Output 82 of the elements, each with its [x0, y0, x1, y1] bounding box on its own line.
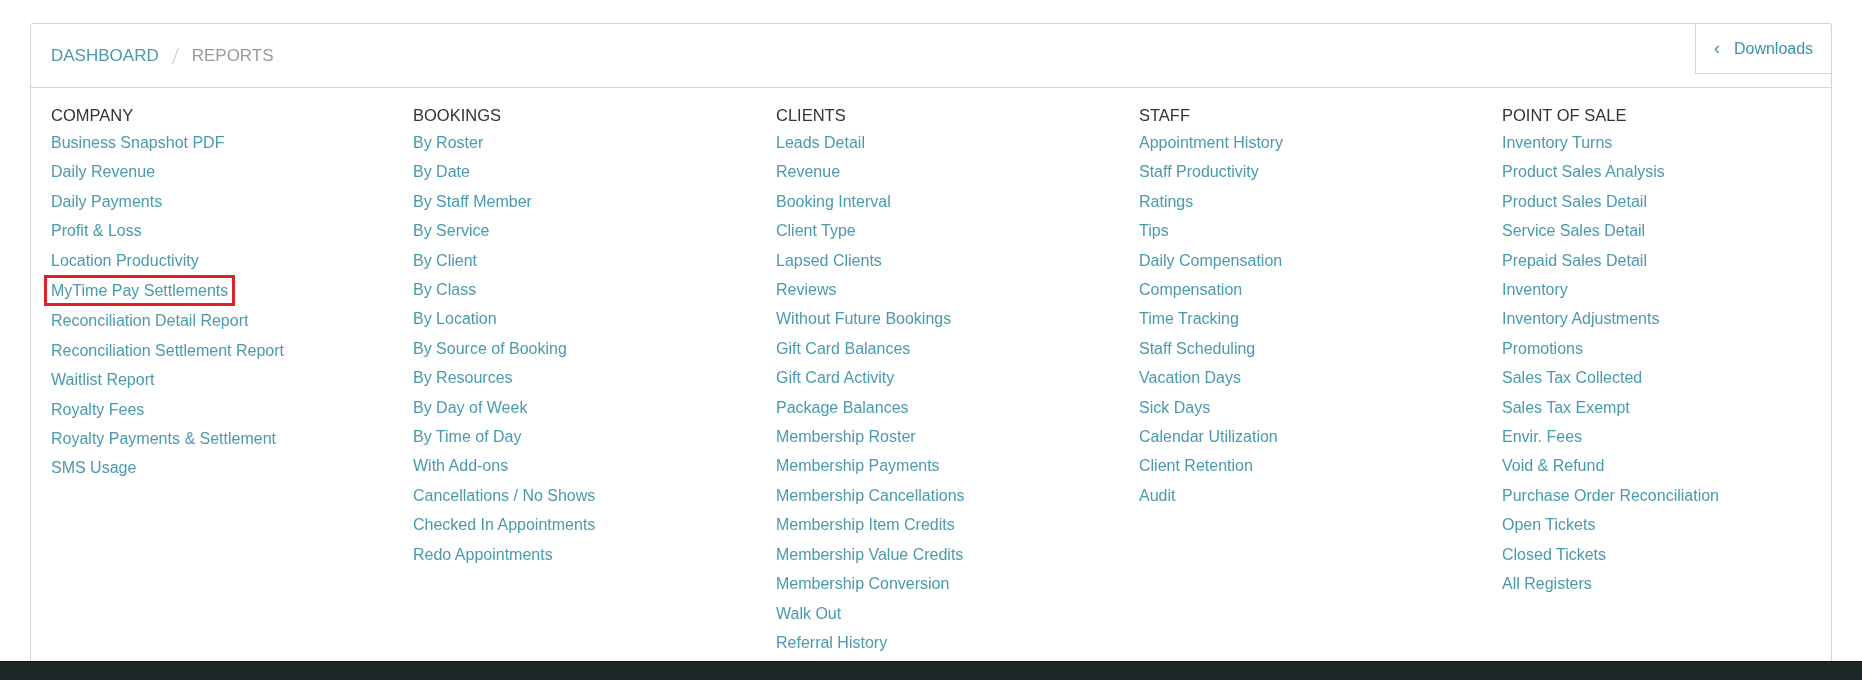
report-link[interactable]: Compensation	[1139, 275, 1243, 305]
report-link[interactable]: By Resources	[413, 363, 513, 393]
column-heading: COMPANY	[51, 105, 134, 126]
report-link[interactable]: Walk Out	[776, 598, 842, 628]
column-heading: STAFF	[1139, 105, 1191, 126]
report-link[interactable]: By Time of Day	[413, 422, 522, 452]
report-link[interactable]: Waitlist Report	[51, 365, 155, 395]
report-link[interactable]: By Date	[413, 157, 470, 187]
report-link[interactable]: Product Sales Analysis	[1502, 157, 1665, 187]
report-link[interactable]: Profit & Loss	[51, 216, 142, 246]
report-link[interactable]: Inventory Adjustments	[1502, 304, 1660, 334]
report-link[interactable]: Tips	[1139, 216, 1169, 246]
report-link[interactable]: Leads Detail	[776, 128, 865, 158]
breadcrumb-link[interactable]: DASHBOARD	[51, 42, 159, 69]
report-link[interactable]: Daily Revenue	[51, 157, 156, 187]
report-link[interactable]: Appointment History	[1139, 128, 1284, 158]
report-link[interactable]: Purchase Order Reconciliation	[1502, 480, 1719, 511]
report-link[interactable]: Open Tickets	[1502, 510, 1596, 540]
report-link[interactable]: By Roster	[413, 128, 484, 158]
report-link[interactable]: Promotions	[1502, 333, 1583, 364]
report-link[interactable]: Booking Interval	[776, 186, 891, 217]
report-link[interactable]: Closed Tickets	[1502, 539, 1607, 570]
report-link[interactable]: Revenue	[776, 157, 841, 187]
report-link[interactable]: Staff Productivity	[1139, 157, 1259, 187]
column-heading: CLIENTS	[776, 105, 846, 126]
report-link[interactable]: Gift Card Balances	[776, 333, 911, 364]
report-link[interactable]: Without Future Bookings	[776, 304, 952, 334]
report-link[interactable]: Service Sales Detail	[1502, 216, 1646, 246]
report-link[interactable]: Void & Refund	[1502, 451, 1605, 481]
report-link[interactable]: All Registers	[1502, 569, 1592, 599]
report-link[interactable]: Audit	[1139, 480, 1176, 511]
report-link[interactable]: Ratings	[1139, 186, 1194, 217]
report-link[interactable]: Reconciliation Detail Report	[51, 306, 249, 336]
downloads-button[interactable]: ‹ Downloads	[1695, 24, 1831, 74]
report-link[interactable]: Reconciliation Settlement Report	[51, 335, 284, 366]
report-link[interactable]: Daily Compensation	[1139, 245, 1283, 276]
report-link[interactable]: By Class	[413, 275, 477, 305]
report-link[interactable]: By Day of Week	[413, 392, 528, 423]
report-link[interactable]: MyTime Pay Settlements	[47, 278, 233, 304]
report-link[interactable]: Membership Payments	[776, 451, 940, 481]
breadcrumb-current: REPORTS	[191, 44, 274, 67]
report-link[interactable]: Membership Cancellations	[776, 480, 965, 511]
report-link[interactable]: Cancellations / No Shows	[413, 480, 596, 511]
report-link[interactable]: By Staff Member	[413, 186, 532, 217]
report-link[interactable]: Membership Item Credits	[776, 510, 955, 540]
report-link[interactable]: Vacation Days	[1139, 363, 1241, 393]
report-link[interactable]: Business Snapshot PDF	[51, 128, 225, 158]
report-link[interactable]: Inventory	[1502, 275, 1568, 305]
report-link[interactable]: Location Productivity	[51, 245, 199, 276]
report-link[interactable]: Time Tracking	[1139, 304, 1239, 334]
column-heading: BOOKINGS	[413, 105, 502, 126]
report-link[interactable]: Staff Scheduling	[1139, 333, 1256, 364]
report-link[interactable]: Product Sales Detail	[1502, 186, 1647, 217]
report-link[interactable]: Package Balances	[776, 392, 909, 423]
report-link[interactable]: Referral History	[776, 627, 888, 658]
report-link[interactable]: With Add-ons	[413, 451, 509, 481]
report-link[interactable]: Inventory Turns	[1502, 128, 1613, 158]
report-link[interactable]: Royalty Fees	[51, 394, 145, 425]
report-link[interactable]: Calendar Utilization	[1139, 422, 1278, 452]
report-link[interactable]: Reviews	[776, 275, 837, 305]
report-link[interactable]: Membership Value Credits	[776, 539, 964, 570]
report-link[interactable]: Envir. Fees	[1502, 422, 1583, 452]
report-link[interactable]: By Location	[413, 304, 497, 334]
report-link[interactable]: Sales Tax Collected	[1502, 363, 1643, 393]
report-link[interactable]: Royalty Payments & Settlement	[51, 424, 276, 454]
report-link[interactable]: Client Retention	[1139, 451, 1253, 481]
report-link[interactable]: Daily Payments	[51, 186, 163, 217]
report-link[interactable]: Membership Conversion	[776, 569, 950, 599]
report-link[interactable]: By Source of Booking	[413, 333, 567, 364]
report-link[interactable]: Checked In Appointments	[413, 510, 596, 540]
report-link[interactable]: By Service	[413, 216, 490, 246]
report-link[interactable]: Redo Appointments	[413, 539, 553, 570]
column-heading: POINT OF SALE	[1502, 105, 1627, 126]
report-link[interactable]: Client Type	[776, 216, 856, 246]
report-link[interactable]: SMS Usage	[51, 453, 137, 483]
report-link[interactable]: Sales Tax Exempt	[1502, 392, 1630, 423]
report-link[interactable]: Prepaid Sales Detail	[1502, 245, 1647, 276]
report-link[interactable]: Lapsed Clients	[776, 245, 882, 276]
report-link[interactable]: Sick Days	[1139, 392, 1211, 423]
report-link[interactable]: By Client	[413, 245, 478, 276]
report-link[interactable]: Membership Roster	[776, 422, 916, 452]
report-link[interactable]: Gift Card Activity	[776, 363, 895, 393]
